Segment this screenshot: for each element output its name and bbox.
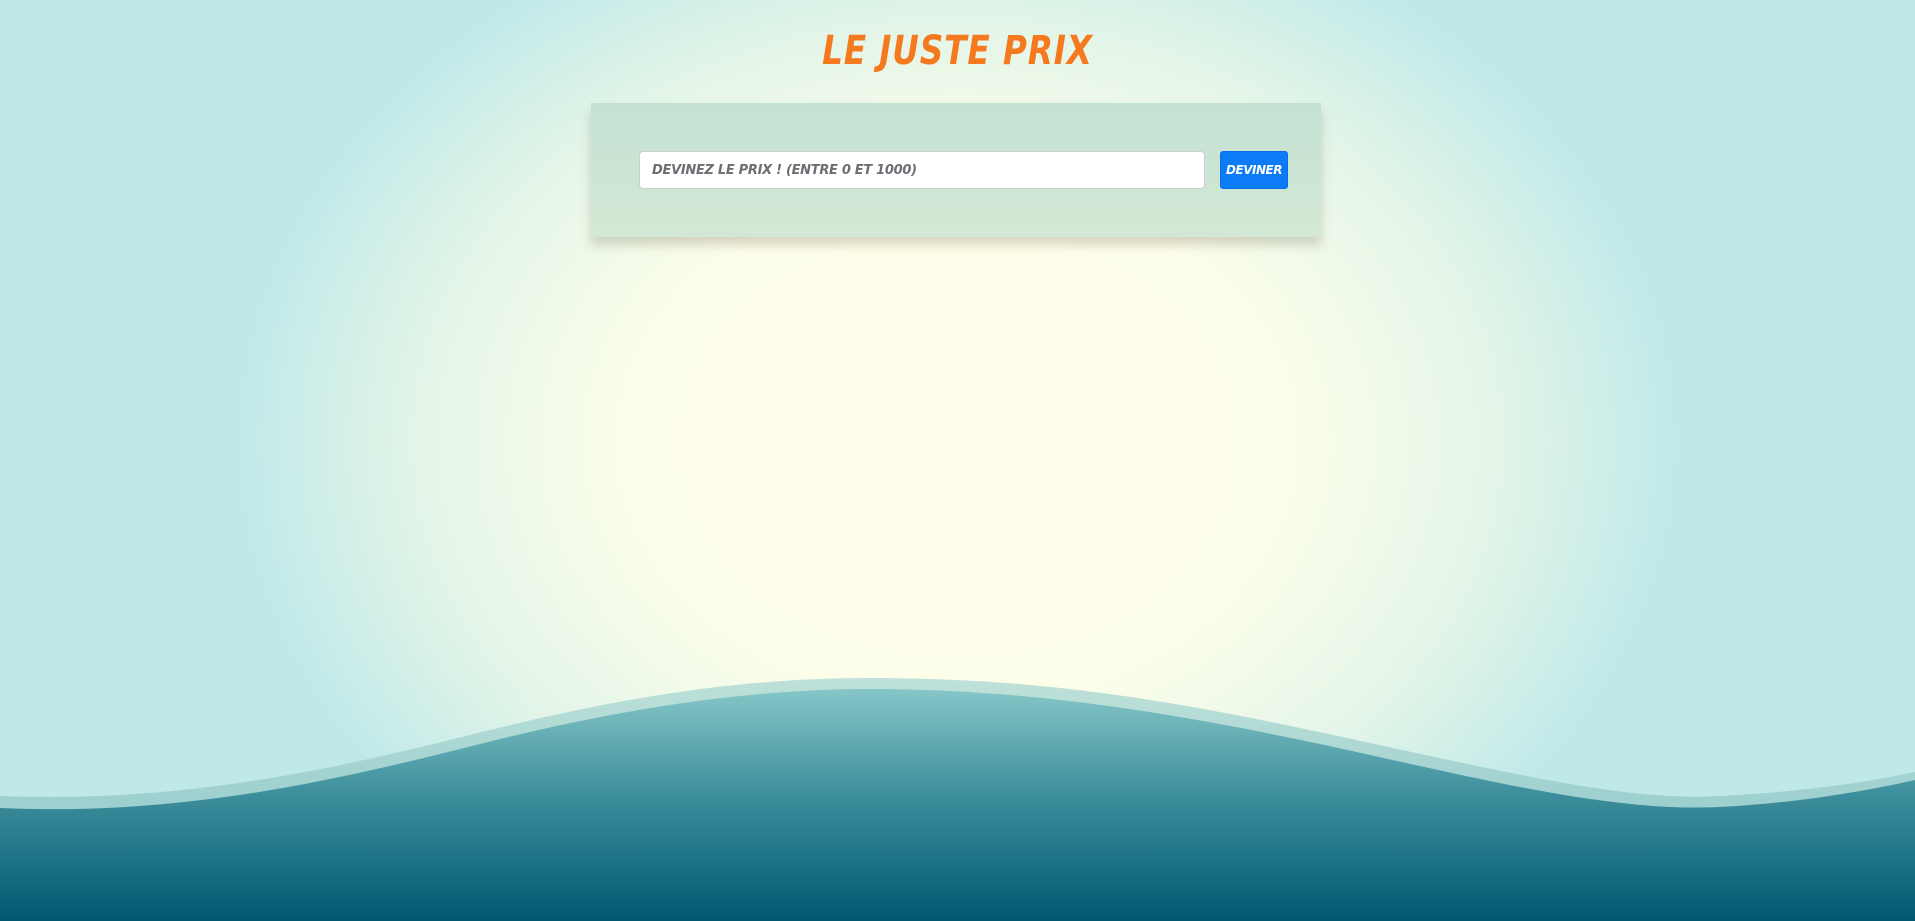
back-wave bbox=[0, 678, 1915, 921]
price-guess-input[interactable] bbox=[639, 151, 1205, 189]
page-title: Le Juste Prix bbox=[822, 28, 1093, 74]
front-wave bbox=[0, 688, 1915, 921]
guess-panel: Deviner bbox=[591, 103, 1321, 237]
guess-button[interactable]: Deviner bbox=[1220, 151, 1288, 189]
